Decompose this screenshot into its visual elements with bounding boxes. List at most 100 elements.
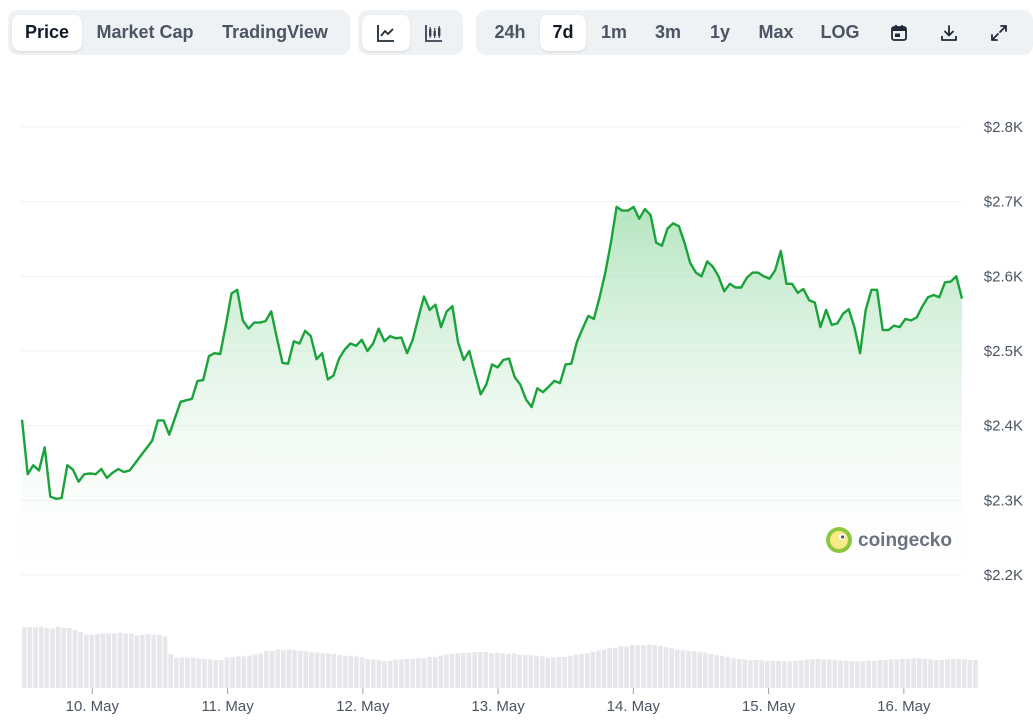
volume-bar [641, 645, 646, 688]
volume-bar [590, 652, 596, 688]
volume-bar [202, 658, 207, 688]
volume-bar [89, 634, 95, 688]
volume-bar [421, 658, 427, 688]
volume-bar [511, 653, 517, 688]
volume-bar [646, 644, 652, 688]
y-tick-label: $2.7K [984, 194, 1023, 211]
volume-bar [663, 647, 669, 688]
x-tick-label: 14. May [607, 698, 661, 715]
volume-bar [168, 653, 173, 688]
volume-bar [815, 658, 821, 688]
y-tick-label: $2.5K [984, 343, 1023, 360]
volume-bar [962, 659, 967, 688]
volume-bar [72, 629, 78, 688]
volume-bar [629, 645, 635, 688]
volume-bar [134, 635, 140, 688]
volume-bar [674, 649, 680, 688]
volume-bar [973, 660, 978, 688]
volume-bar [78, 632, 83, 688]
volume-bar [354, 656, 359, 688]
volume-bar [635, 645, 641, 688]
volume-bar [297, 650, 303, 688]
volume-bar [579, 653, 584, 688]
volume-bar [764, 660, 770, 688]
volume-bar [483, 652, 489, 688]
volume-bar [258, 653, 264, 688]
volume-bar [669, 648, 674, 688]
volume-bar [230, 657, 235, 688]
volume-bar [928, 659, 933, 688]
x-tick-label: 12. May [336, 698, 390, 715]
y-tick-label: $2.8K [984, 119, 1023, 136]
volume-bar [866, 660, 871, 688]
volume-bar [601, 649, 607, 688]
volume-bar [781, 661, 787, 688]
volume-bar [275, 649, 280, 688]
volume-bar [404, 658, 410, 688]
volume-bar [286, 649, 292, 688]
volume-bar [106, 633, 112, 688]
price-chart: $2.2K $2.3K $2.4K $2.5K $2.6K $2.7K $2.8K 10. … [20, 119, 1023, 715]
coingecko-logo-icon [826, 527, 852, 553]
volume-bar [303, 651, 309, 688]
volume-bar [804, 659, 810, 688]
volume-bar [894, 659, 900, 688]
x-tick-label: 16. May [877, 698, 931, 715]
volume-bar [145, 634, 151, 688]
volume-bar [337, 655, 342, 688]
volume-bar [860, 661, 866, 688]
volume-bar [190, 657, 196, 688]
volume-bar [950, 658, 956, 688]
volume-bar [905, 658, 911, 688]
volume-bar [67, 627, 72, 688]
volume-bar [731, 658, 736, 688]
price-area [22, 206, 962, 575]
watermark-text: coingecko [858, 530, 952, 551]
volume-bar [810, 659, 815, 688]
volume-bar [517, 654, 522, 688]
volume-bar [945, 659, 950, 688]
volume-bar [38, 626, 44, 688]
volume-bar [27, 627, 33, 688]
volume-bar [618, 646, 624, 688]
volume-bar [320, 653, 325, 688]
volume-bar [264, 650, 269, 688]
volume-bar [416, 658, 421, 688]
volume-bar [658, 645, 663, 688]
volume-bar [691, 651, 697, 688]
volume-bar [55, 626, 61, 688]
volume-bar [916, 658, 922, 688]
volume-bar [506, 653, 511, 688]
y-tick-label: $2.4K [984, 418, 1023, 435]
volume-bar [331, 653, 337, 688]
volume-bar [387, 660, 393, 688]
volume-bar [883, 660, 888, 688]
volume-bar [686, 650, 691, 688]
volume-bar [888, 659, 894, 688]
volume-bar [365, 658, 370, 688]
volume-bar [573, 654, 579, 688]
volume-bar [849, 661, 855, 688]
volume-bar [956, 658, 961, 688]
volume-bar [500, 653, 506, 688]
volume-bar [855, 661, 860, 688]
y-tick-label: $2.3K [984, 492, 1023, 509]
volume-bar [123, 633, 128, 688]
x-tick-label: 15. May [742, 698, 796, 715]
volume-bar [269, 650, 275, 688]
volume-bar [714, 655, 719, 688]
volume-bar [438, 655, 444, 688]
volume-bar [213, 660, 219, 688]
volume-bar [776, 660, 781, 688]
y-tick-label: $2.2K [984, 567, 1023, 584]
volume-bar [461, 652, 466, 688]
volume-bar [770, 660, 776, 688]
volume-bar [359, 657, 365, 688]
volume-bar [449, 653, 455, 688]
volume-bar [624, 646, 629, 688]
volume-bar [140, 634, 145, 688]
volume-bar [207, 659, 213, 688]
volume-bar [376, 660, 382, 688]
volume-bar [179, 657, 185, 688]
volume-bar [826, 659, 832, 688]
